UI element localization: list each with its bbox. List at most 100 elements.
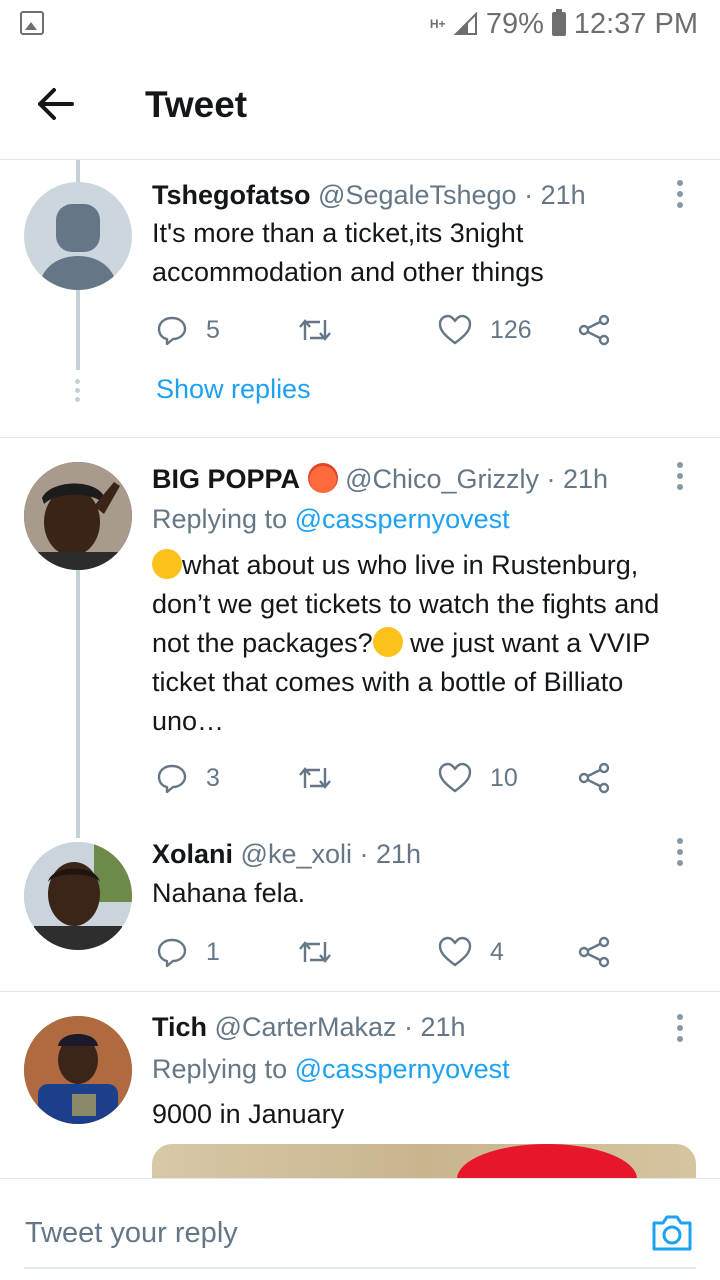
tweet-actions: 3 10 (152, 760, 692, 796)
tweet-header: Tshegofatso @SegaleTshego · 21h (152, 180, 586, 211)
like-count: 10 (490, 763, 518, 792)
timestamp: · 21h (546, 464, 609, 494)
display-name[interactable]: BIG POPPA (152, 464, 300, 494)
like-button[interactable]: 4 (438, 934, 504, 970)
tweet-media[interactable] (152, 1144, 696, 1178)
status-bar: H+ 79% 12:37 PM (0, 0, 720, 48)
tweet-tich[interactable]: Tich @CarterMakaz · 21h Replying to @cas… (0, 992, 720, 1178)
loudly-crying-face-emoji (372, 627, 403, 657)
back-button[interactable] (30, 82, 82, 126)
avatar[interactable] (24, 1016, 132, 1124)
tweet-header: BIG POPPA @Chico_Grizzly · 21h (152, 463, 608, 495)
arrow-left-icon (38, 88, 74, 120)
tweet-big-poppa[interactable]: BIG POPPA @Chico_Grizzly · 21h Replying … (0, 438, 720, 838)
thread-line (76, 570, 80, 838)
tweet-tshegofatso[interactable]: Tshegofatso @SegaleTshego · 21h It's mor… (0, 160, 720, 437)
handle[interactable]: @ke_xoli (241, 839, 352, 869)
replying-to: Replying to @casspernyovest (152, 1054, 510, 1085)
retweet-icon (299, 767, 331, 789)
like-button[interactable]: 10 (438, 760, 518, 796)
show-replies-link[interactable]: Show replies (156, 374, 311, 405)
user-photo-avatar (24, 842, 132, 950)
retweet-icon (299, 319, 331, 341)
reply-button[interactable]: 3 (156, 760, 220, 796)
reply-icon (157, 764, 187, 794)
tweet-text: what about us who live in Rustenburg, do… (152, 546, 697, 741)
display-name[interactable]: Tshegofatso (152, 180, 311, 210)
tweet-feed[interactable]: Tshegofatso @SegaleTshego · 21h It's mor… (0, 160, 720, 1178)
thread-line (76, 290, 80, 370)
timestamp: · 21h (404, 1012, 466, 1042)
app-header: Tweet (0, 48, 720, 160)
user-photo-avatar (24, 462, 132, 570)
battery-percent: 79% (485, 7, 544, 40)
display-name[interactable]: Xolani (152, 839, 233, 869)
display-name[interactable]: Tich (152, 1012, 207, 1042)
replying-to-label: Replying to (152, 1054, 288, 1084)
more-options-button[interactable] (672, 462, 688, 492)
timestamp: · 21h (524, 180, 586, 210)
share-icon (578, 936, 610, 968)
more-options-button[interactable] (672, 180, 688, 210)
camera-button[interactable] (650, 1211, 694, 1255)
reply-count: 5 (206, 315, 220, 344)
tweet-xolani[interactable]: Xolani @ke_xoli · 21h Nahana fela. 1 4 (0, 838, 720, 992)
default-avatar-icon (38, 204, 118, 290)
reply-input-underline (24, 1267, 696, 1269)
page-title: Tweet (145, 84, 248, 125)
like-count: 4 (490, 937, 504, 966)
smiling-devil-emoji (307, 463, 338, 493)
handle[interactable]: @Chico_Grizzly (345, 464, 539, 494)
mention-link[interactable]: @casspernyovest (295, 504, 510, 534)
reply-icon (157, 938, 187, 968)
more-options-button[interactable] (672, 838, 688, 868)
heart-icon (438, 314, 472, 345)
tweet-text: It's more than a ticket,its 3night accom… (152, 218, 544, 287)
share-icon (578, 762, 610, 794)
reply-count: 3 (206, 763, 220, 792)
signal-icon (453, 12, 477, 35)
share-button[interactable] (578, 760, 610, 796)
tweet-header: Xolani @ke_xoli · 21h (152, 839, 421, 870)
thread-dots (75, 379, 81, 403)
loudly-crying-face-emoji (152, 549, 182, 579)
avatar[interactable] (24, 462, 132, 570)
clock: 12:37 PM (573, 7, 698, 40)
handle[interactable]: @CarterMakaz (215, 1012, 397, 1042)
retweet-button[interactable] (298, 312, 332, 348)
replying-to: Replying to @casspernyovest (152, 504, 510, 535)
battery-icon (551, 9, 566, 36)
reply-icon (157, 316, 187, 346)
reply-button[interactable]: 5 (156, 312, 220, 348)
reply-count: 1 (206, 937, 220, 966)
timestamp: · 21h (359, 839, 422, 869)
reply-button[interactable]: 1 (156, 934, 220, 970)
like-button[interactable]: 126 (438, 312, 532, 348)
retweet-button[interactable] (298, 934, 332, 970)
replying-to-label: Replying to (152, 504, 288, 534)
tweet-header: Tich @CarterMakaz · 21h (152, 1012, 466, 1043)
tweet-actions: 1 4 (152, 934, 692, 970)
mention-link[interactable]: @casspernyovest (295, 1054, 510, 1084)
user-photo-avatar (24, 1016, 132, 1124)
reply-input[interactable]: Tweet your reply (25, 1217, 238, 1250)
tweet-actions: 5 126 (152, 312, 692, 348)
avatar[interactable] (24, 182, 132, 290)
heart-icon (438, 936, 472, 967)
image-notification-icon (20, 11, 44, 35)
heart-icon (438, 762, 472, 793)
reply-composer: Tweet your reply (0, 1178, 720, 1280)
thread-line (76, 160, 80, 182)
avatar[interactable] (24, 842, 132, 950)
share-button[interactable] (578, 934, 610, 970)
media-red-object (457, 1144, 637, 1178)
status-bar-right: H+ 79% 12:37 PM (430, 6, 698, 42)
camera-icon (652, 1215, 692, 1251)
tweet-text: 9000 in January (152, 1099, 345, 1129)
handle[interactable]: @SegaleTshego (318, 180, 517, 210)
like-count: 126 (490, 315, 532, 344)
more-options-button[interactable] (672, 1014, 688, 1044)
tweet-text: Nahana fela. (152, 878, 306, 908)
share-button[interactable] (578, 312, 610, 348)
retweet-button[interactable] (298, 760, 332, 796)
